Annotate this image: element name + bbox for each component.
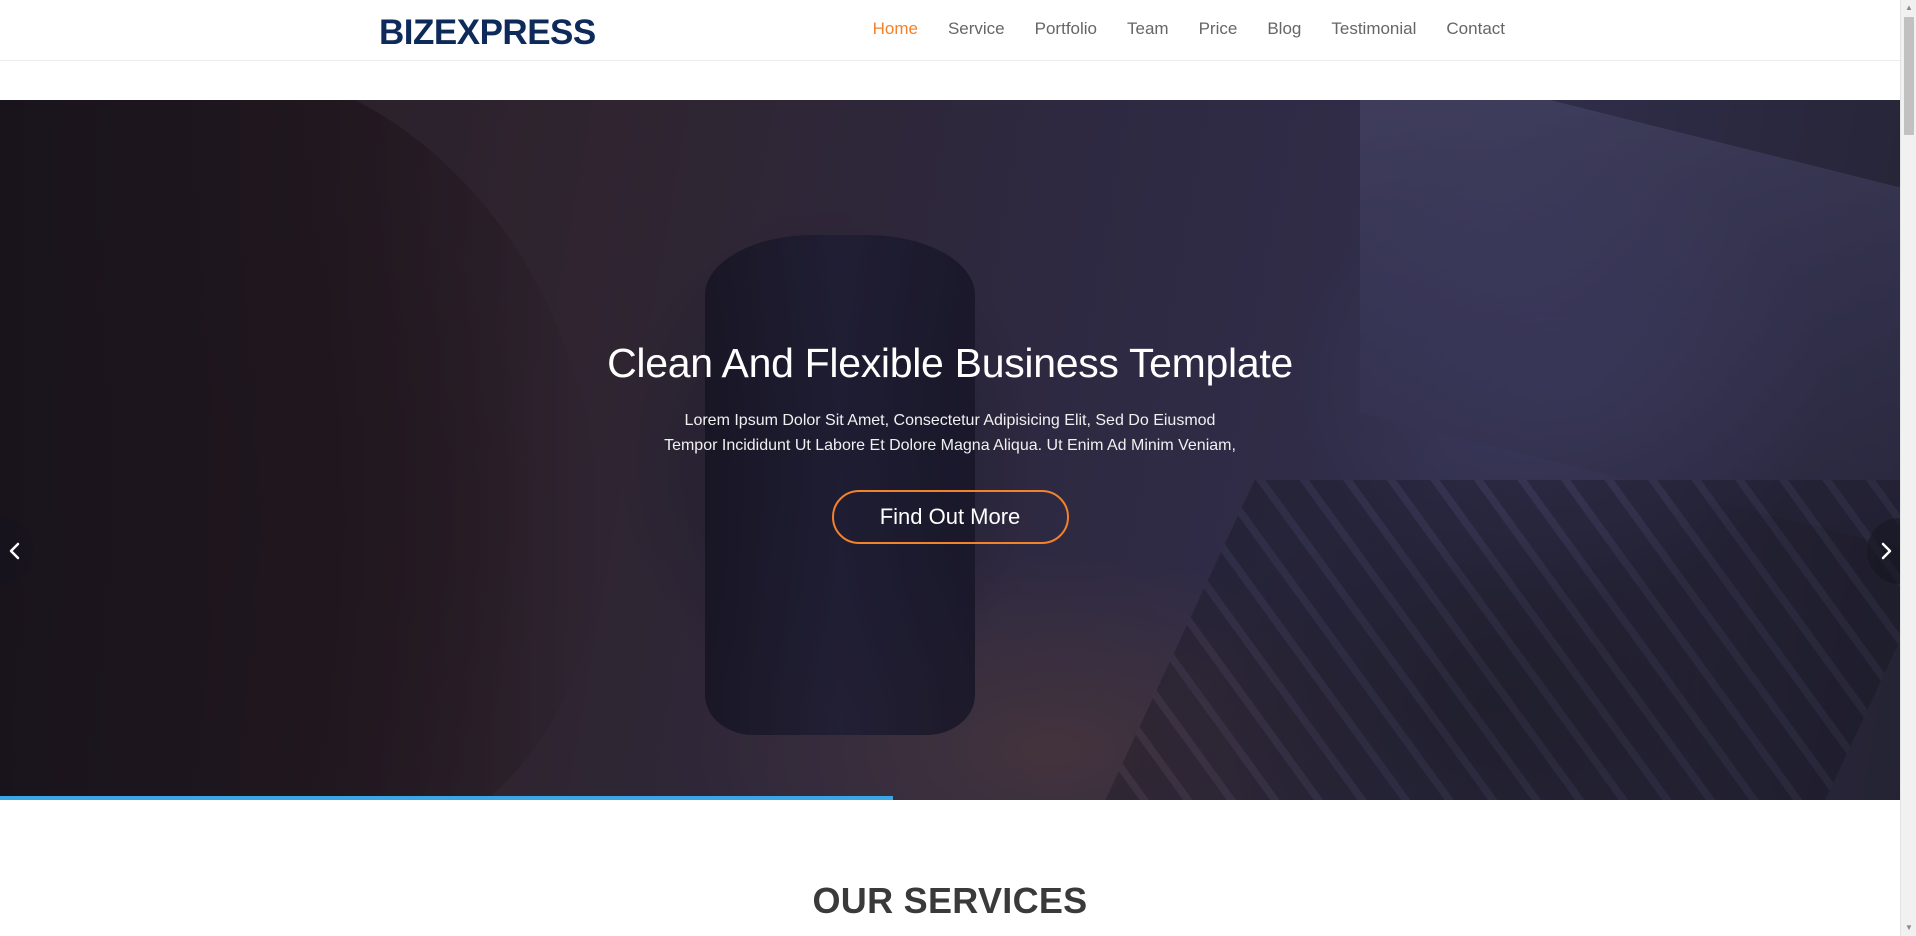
site-header: BIZEXPRESS Home Service Portfolio Team P…: [0, 0, 1900, 61]
find-out-more-button[interactable]: Find Out More: [831, 490, 1069, 544]
nav-item-team[interactable]: Team: [1127, 19, 1169, 39]
hero-slider: Clean And Flexible Business Template Lor…: [0, 100, 1900, 800]
nav-item-contact[interactable]: Contact: [1446, 19, 1505, 39]
nav-item-testimonial[interactable]: Testimonial: [1331, 19, 1416, 39]
nav-item-portfolio[interactable]: Portfolio: [1035, 19, 1097, 39]
chevron-right-icon: [1881, 542, 1892, 560]
hero-subtitle-line-2: Tempor Incididunt Ut Labore Et Dolore Ma…: [664, 437, 1236, 454]
nav-item-home[interactable]: Home: [873, 19, 918, 39]
hero-title: Clean And Flexible Business Template: [607, 340, 1293, 386]
scroll-down-arrow-icon[interactable]: ▼: [1901, 920, 1916, 936]
scroll-up-arrow-icon[interactable]: ▲: [1901, 0, 1916, 16]
services-title: OUR SERVICES: [812, 880, 1088, 921]
nav-item-service[interactable]: Service: [948, 19, 1005, 39]
hero-subtitle: Lorem Ipsum Dolor Sit Amet, Consectetur …: [0, 408, 1900, 458]
hero-content: Clean And Flexible Business Template Lor…: [0, 340, 1900, 544]
slide-progress-bar: [0, 796, 893, 800]
scrollbar-thumb[interactable]: [1904, 17, 1914, 135]
hero-subtitle-line-1: Lorem Ipsum Dolor Sit Amet, Consectetur …: [684, 412, 1216, 429]
page-scrollbar[interactable]: ▲ ▼: [1900, 0, 1916, 936]
main-nav: Home Service Portfolio Team Price Blog T…: [843, 19, 1505, 39]
slide-progress-track: [0, 796, 1900, 800]
nav-item-blog[interactable]: Blog: [1267, 19, 1301, 39]
chevron-left-icon: [9, 542, 20, 560]
site-logo[interactable]: BIZEXPRESS: [379, 13, 596, 53]
nav-item-price[interactable]: Price: [1199, 19, 1238, 39]
